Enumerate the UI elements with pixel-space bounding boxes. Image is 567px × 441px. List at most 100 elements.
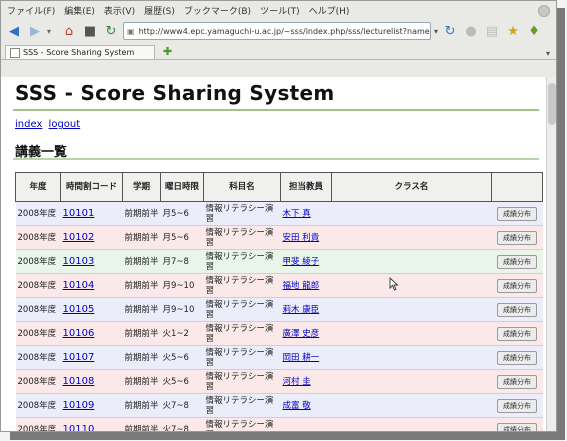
cell-year: 2008年度 [15,393,61,418]
code-link[interactable]: 10106 [63,328,95,339]
table-row: 2008年度 10101 前期前半 月5~6 情報リテラシー演習 木下 真 成績分布 [15,201,543,226]
scrollbar-thumb[interactable] [548,83,556,125]
score-distribution-button[interactable]: 成績分布 [497,206,537,221]
page-links: index logout [15,119,83,130]
teacher-link[interactable]: 成富 敬 [283,401,311,411]
score-distribution-button[interactable]: 成績分布 [497,374,537,389]
column-header: 担当教員 [280,172,332,202]
home-icon[interactable]: ⌂ [60,22,78,40]
tab-list-icon[interactable]: ▾ [546,49,550,58]
cell-teacher: 成富 敬 [280,393,332,418]
cell-code: 10107 [60,345,123,370]
column-header: 年度 [15,172,61,202]
column-header [491,172,543,202]
score-distribution-button[interactable]: 成績分布 [497,326,537,341]
address-dropdown-icon[interactable]: ▾ [434,27,438,36]
cell-term: 前期前半 [122,201,161,226]
tab-sss[interactable]: SSS - Score Sharing System [5,45,155,59]
reload-icon[interactable]: ↻ [102,22,120,40]
teacher-link[interactable]: 廣澤 史彦 [283,329,320,339]
history-dropdown-icon[interactable]: ▾ [47,27,57,36]
go-icon[interactable]: ↻ [441,22,459,40]
menu-view[interactable]: 表示(V) [104,4,135,17]
teacher-link[interactable]: 甲斐 綾子 [283,257,320,267]
column-header: 科目名 [203,172,281,202]
bookmarks-sidebar-icon[interactable]: ▤ [483,22,501,40]
column-header: 学期 [122,172,161,202]
score-distribution-button[interactable]: 成績分布 [497,350,537,365]
back-arrow-icon[interactable]: ◀ [5,22,23,40]
score-distribution-button[interactable]: 成績分布 [497,302,537,317]
code-link[interactable]: 10107 [63,352,95,363]
window-shadow-right [557,8,565,439]
cell-term: 前期前半 [122,345,161,370]
cell-code: 10109 [60,393,123,418]
code-link[interactable]: 10110 [63,424,95,431]
mouse-cursor-icon [389,277,399,291]
table-row: 2008年度 10104 前期前半 月9~10 情報リテラシー演習 福地 龍郎 成績分布 [15,273,543,298]
bookmark-star-icon[interactable]: ★ [504,22,522,40]
forward-arrow-icon[interactable]: ▶ [26,22,44,40]
column-header: 曜日時限 [160,172,204,202]
table-row: 2008年度 10105 前期前半 月9~10 情報リテラシー演習 莉木 康臣 成績分布 [15,297,543,322]
cell-teacher [280,417,332,431]
menu-history[interactable]: 履歴(S) [144,4,175,17]
teacher-link[interactable]: 福地 龍郎 [283,281,320,291]
index-link[interactable]: index [15,119,42,130]
cell-term: 前期前半 [122,417,161,431]
vertical-scrollbar[interactable] [546,77,556,431]
cell-time: 火5~6 [160,369,204,394]
teacher-link[interactable]: 岡田 耕一 [283,353,320,363]
logout-link[interactable]: logout [49,119,81,130]
cell-subject: 情報リテラシー演習 [203,417,281,431]
cell-class [331,201,492,226]
cell-teacher: 莉木 康臣 [280,297,332,322]
score-distribution-button[interactable]: 成績分布 [497,422,537,431]
score-distribution-button[interactable]: 成績分布 [497,254,537,269]
site-identity-icon[interactable]: ▣ [127,27,135,36]
code-link[interactable]: 10102 [63,232,95,243]
code-link[interactable]: 10104 [63,280,95,291]
cell-year: 2008年度 [15,225,61,250]
teacher-link[interactable]: 安田 利貴 [283,233,320,243]
cell-term: 前期前半 [122,393,161,418]
cell-subject: 情報リテラシー演習 [203,297,281,322]
menu-bookmarks[interactable]: ブックマーク(B) [184,4,251,17]
code-link[interactable]: 10109 [63,400,95,411]
teacher-link[interactable]: 莉木 康臣 [283,305,320,315]
new-tab-icon[interactable]: ✚ [163,45,172,59]
code-link[interactable]: 10101 [63,208,95,219]
cell-class [331,345,492,370]
table-row: 2008年度 10103 前期前半 月7~8 情報リテラシー演習 甲斐 綾子 成績分布 [15,249,543,274]
cell-time: 火5~6 [160,345,204,370]
window-shadow-bottom [10,432,565,440]
code-link[interactable]: 10103 [63,256,95,267]
cell-code: 10101 [60,201,123,226]
score-distribution-button[interactable]: 成績分布 [497,230,537,245]
cell-term: 前期前半 [122,249,161,274]
teacher-link[interactable]: 木下 真 [283,209,311,219]
menu-file[interactable]: ファイル(F) [7,4,55,17]
score-distribution-button[interactable]: 成績分布 [497,278,537,293]
address-bar[interactable]: ▣ http://www4.epc.yamaguchi-u.ac.jp/~sss… [123,22,431,40]
cell-year: 2008年度 [15,321,61,346]
cell-subject: 情報リテラシー演習 [203,225,281,250]
teacher-link[interactable]: 河村 圭 [283,377,311,387]
stop-load-icon[interactable]: ● [462,22,480,40]
code-link[interactable]: 10108 [63,376,95,387]
cell-term: 前期前半 [122,321,161,346]
menu-edit[interactable]: 編集(E) [64,4,95,17]
cell-class [331,273,492,298]
stop-icon[interactable]: ■ [81,22,99,40]
menu-help[interactable]: ヘルプ(H) [309,4,350,17]
tab-title: SSS - Score Sharing System [23,48,135,57]
code-link[interactable]: 10105 [63,304,95,315]
page-title: SSS - Score Sharing System [15,81,335,105]
cell-term: 前期前半 [122,225,161,250]
addon-icon[interactable]: ♦ [525,22,543,40]
cell-code: 10108 [60,369,123,394]
menu-tools[interactable]: ツール(T) [260,4,300,17]
score-distribution-button[interactable]: 成績分布 [497,398,537,413]
cell-subject: 情報リテラシー演習 [203,321,281,346]
cell-year: 2008年度 [15,345,61,370]
